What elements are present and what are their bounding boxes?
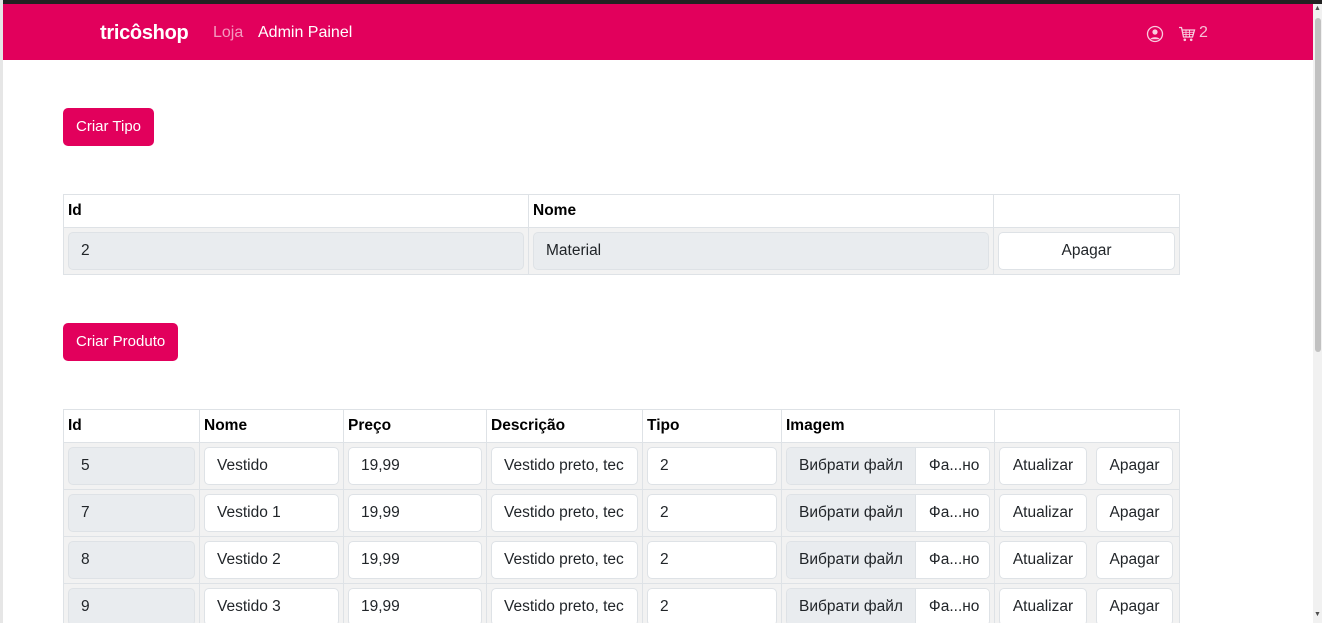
produto-nome-input[interactable]: Vestido 2	[204, 541, 339, 579]
produto-preco-input[interactable]: 19,99	[348, 588, 482, 623]
file-name-label: Фа...но	[915, 589, 989, 623]
header-nome: Nome	[528, 194, 994, 228]
produto-imagem-file-input[interactable]: Вибрати файл Фа...но	[786, 447, 990, 485]
delete-produto-button[interactable]: Apagar	[1096, 447, 1173, 485]
update-produto-button[interactable]: Atualizar	[999, 541, 1087, 579]
nav-link-admin-painel[interactable]: Admin Painel	[258, 24, 352, 42]
cart-icon[interactable]	[1178, 25, 1196, 43]
produto-id-field: 5	[68, 447, 195, 485]
produto-preco-input[interactable]: 19,99	[348, 541, 482, 579]
choose-file-button[interactable]: Вибрати файл	[787, 542, 916, 578]
produto-tipo-input[interactable]: 2	[647, 541, 777, 579]
produto-imagem-file-input[interactable]: Вибрати файл Фа...но	[786, 494, 990, 532]
produto-tipo-input[interactable]: 2	[647, 588, 777, 623]
update-produto-button[interactable]: Atualizar	[999, 588, 1087, 623]
produto-descricao-input[interactable]: Vestido preto, tec	[491, 541, 638, 579]
produto-preco-input[interactable]: 19,99	[348, 494, 482, 532]
tipo-nome-field: Material	[533, 232, 989, 270]
produto-nome-input[interactable]: Vestido 3	[204, 588, 339, 623]
header-actions	[994, 409, 1180, 443]
table-row: 8 Vestido 2 19,99 Vestido preto, tec 2 В…	[63, 536, 1180, 584]
delete-produto-button[interactable]: Apagar	[1096, 588, 1173, 623]
choose-file-button[interactable]: Вибрати файл	[787, 495, 916, 531]
file-name-label: Фа...но	[915, 448, 989, 484]
produto-tipo-input[interactable]: 2	[647, 447, 777, 485]
scroll-down-arrow-icon[interactable]: ▼	[1314, 611, 1321, 619]
header-id: Id	[63, 409, 200, 443]
user-circle-icon[interactable]	[1146, 25, 1164, 43]
tipo-id-field: 2	[68, 232, 524, 270]
choose-file-button[interactable]: Вибрати файл	[787, 448, 916, 484]
table-row: 5 Vestido 19,99 Vestido preto, tec 2 Виб…	[63, 442, 1180, 490]
tipos-table: Id Nome 2 Material Apagar	[63, 194, 1180, 275]
navbar: tricôshop Loja Admin Painel 2	[3, 4, 1313, 60]
produto-id-field: 8	[68, 541, 195, 579]
file-name-label: Фа...но	[915, 542, 989, 578]
create-tipo-button[interactable]: Criar Tipo	[63, 108, 155, 146]
file-name-label: Фа...но	[915, 495, 989, 531]
nav-link-loja[interactable]: Loja	[213, 24, 243, 42]
produto-tipo-input[interactable]: 2	[647, 494, 777, 532]
produto-imagem-file-input[interactable]: Вибрати файл Фа...но	[786, 588, 990, 623]
window-left-edge	[0, 0, 3, 623]
header-imagem: Imagem	[781, 409, 995, 443]
brand-logo[interactable]: tricôshop	[100, 22, 189, 45]
table-header-row: Id Nome	[63, 194, 1180, 228]
choose-file-button[interactable]: Вибрати файл	[787, 589, 916, 623]
header-actions	[993, 194, 1180, 228]
header-nome: Nome	[199, 409, 344, 443]
create-produto-button[interactable]: Criar Produto	[63, 323, 179, 361]
produto-nome-input[interactable]: Vestido 1	[204, 494, 339, 532]
produto-descricao-input[interactable]: Vestido preto, tec	[491, 588, 638, 623]
produto-id-field: 9	[68, 588, 195, 623]
table-header-row: Id Nome Preço Descrição Tipo Imagem	[63, 409, 1180, 443]
header-tipo: Tipo	[642, 409, 782, 443]
header-preco: Preço	[343, 409, 487, 443]
produto-descricao-input[interactable]: Vestido preto, tec	[491, 447, 638, 485]
cart-count[interactable]: 2	[1199, 24, 1208, 42]
table-row: 9 Vestido 3 19,99 Vestido preto, tec 2 В…	[63, 583, 1180, 623]
delete-produto-button[interactable]: Apagar	[1096, 494, 1173, 532]
scroll-up-arrow-icon[interactable]: ▲	[1314, 5, 1321, 12]
scrollbar-thumb[interactable]	[1315, 18, 1321, 352]
produto-imagem-file-input[interactable]: Вибрати файл Фа...но	[786, 541, 990, 579]
delete-tipo-button[interactable]: Apagar	[998, 232, 1175, 270]
delete-produto-button[interactable]: Apagar	[1096, 541, 1173, 579]
update-produto-button[interactable]: Atualizar	[999, 447, 1087, 485]
table-row: 2 Material Apagar	[63, 227, 1180, 275]
table-row: 7 Vestido 1 19,99 Vestido preto, tec 2 В…	[63, 489, 1180, 537]
produto-preco-input[interactable]: 19,99	[348, 447, 482, 485]
produto-id-field: 7	[68, 494, 195, 532]
produto-nome-input[interactable]: Vestido	[204, 447, 339, 485]
produtos-table: Id Nome Preço Descrição Tipo Imagem 5 Ve…	[63, 409, 1180, 623]
update-produto-button[interactable]: Atualizar	[999, 494, 1087, 532]
header-descricao: Descrição	[486, 409, 643, 443]
produto-descricao-input[interactable]: Vestido preto, tec	[491, 494, 638, 532]
header-id: Id	[63, 194, 529, 228]
